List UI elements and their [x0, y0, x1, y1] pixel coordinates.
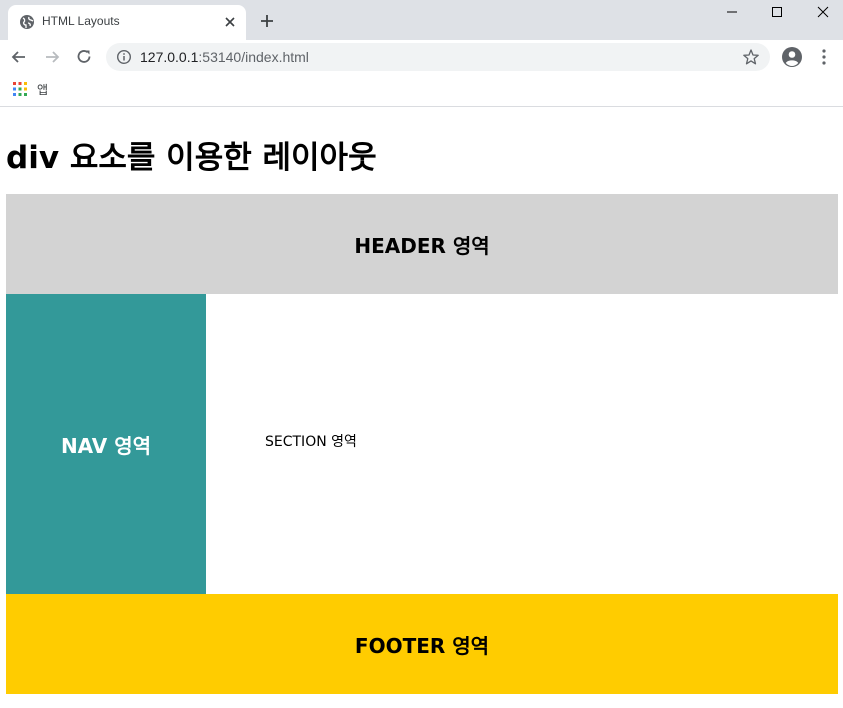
minimize-icon[interactable]: [722, 2, 742, 22]
globe-icon: [20, 15, 34, 29]
nav-label: NAV 영역: [60, 433, 152, 458]
more-menu-icon[interactable]: [816, 48, 832, 66]
plus-icon[interactable]: [258, 12, 276, 30]
forward-arrow-icon[interactable]: [42, 47, 62, 67]
url-path: :53140/index.html: [198, 49, 309, 65]
page-content: div 요소를 이용한 레이아웃 HEADER 영역 NAV 영역 SECTIO…: [0, 108, 843, 708]
url-text: 127.0.0.1:53140/index.html: [140, 49, 309, 65]
window-close-icon[interactable]: [813, 2, 833, 22]
reload-icon[interactable]: [74, 47, 94, 67]
section-area: SECTION 영역: [206, 294, 838, 594]
page-title: div 요소를 이용한 레이아웃: [6, 140, 377, 176]
apps-grid-icon[interactable]: [13, 82, 27, 96]
profile-icon[interactable]: [781, 46, 803, 68]
tab-html-layouts[interactable]: HTML Layouts: [8, 5, 246, 40]
header-area: HEADER 영역: [6, 194, 838, 294]
nav-area: NAV 영역: [6, 294, 206, 594]
apps-bookmark-label[interactable]: 앱: [37, 81, 48, 98]
star-icon[interactable]: [742, 48, 760, 66]
browser-toolbar: 127.0.0.1:53140/index.html: [0, 40, 843, 74]
bookmarks-bar: 앱: [0, 74, 843, 107]
address-bar[interactable]: 127.0.0.1:53140/index.html: [106, 43, 770, 71]
url-host: 127.0.0.1: [140, 49, 199, 65]
info-icon[interactable]: [116, 49, 132, 65]
footer-area: FOOTER 영역: [6, 594, 838, 694]
header-label: HEADER 영역: [354, 233, 490, 258]
section-label: SECTION 영역: [265, 434, 357, 450]
maximize-icon[interactable]: [767, 2, 787, 22]
tab-title: HTML Layouts: [42, 14, 120, 28]
back-arrow-icon[interactable]: [9, 47, 29, 67]
tab-strip: HTML Layouts: [0, 0, 843, 40]
footer-label: FOOTER 영역: [354, 633, 490, 658]
close-icon[interactable]: [221, 13, 239, 31]
